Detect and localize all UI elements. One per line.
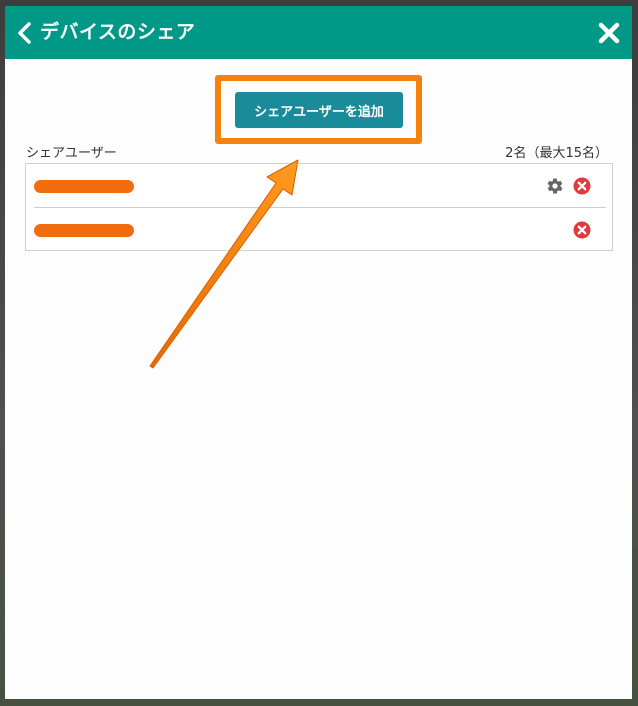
delete-icon	[573, 177, 591, 195]
redaction-mark	[34, 180, 134, 193]
user-count: 2名（最大15名）	[505, 146, 608, 161]
close-button[interactable]	[596, 20, 622, 46]
remove-user-button[interactable]	[573, 177, 591, 195]
remove-user-button[interactable]	[573, 221, 591, 239]
chevron-left-icon	[18, 22, 31, 44]
modal-header: デバイスのシェア	[5, 6, 632, 59]
share-device-modal: デバイスのシェア シェアユーザーを追加 シェアユーザー 2名（最大15名）	[5, 6, 632, 699]
share-user-row	[34, 208, 606, 251]
modal-title: デバイスのシェア	[40, 21, 196, 43]
add-share-user-button[interactable]: シェアユーザーを追加	[235, 92, 403, 128]
user-settings-button[interactable]	[546, 177, 564, 195]
back-button[interactable]	[15, 20, 37, 46]
gear-icon	[547, 178, 563, 194]
delete-icon	[573, 221, 591, 239]
close-icon	[598, 22, 620, 44]
share-users-label: シェアユーザー	[26, 146, 117, 161]
share-user-list	[25, 163, 613, 251]
share-user-row	[34, 164, 606, 208]
redaction-mark	[34, 224, 134, 237]
